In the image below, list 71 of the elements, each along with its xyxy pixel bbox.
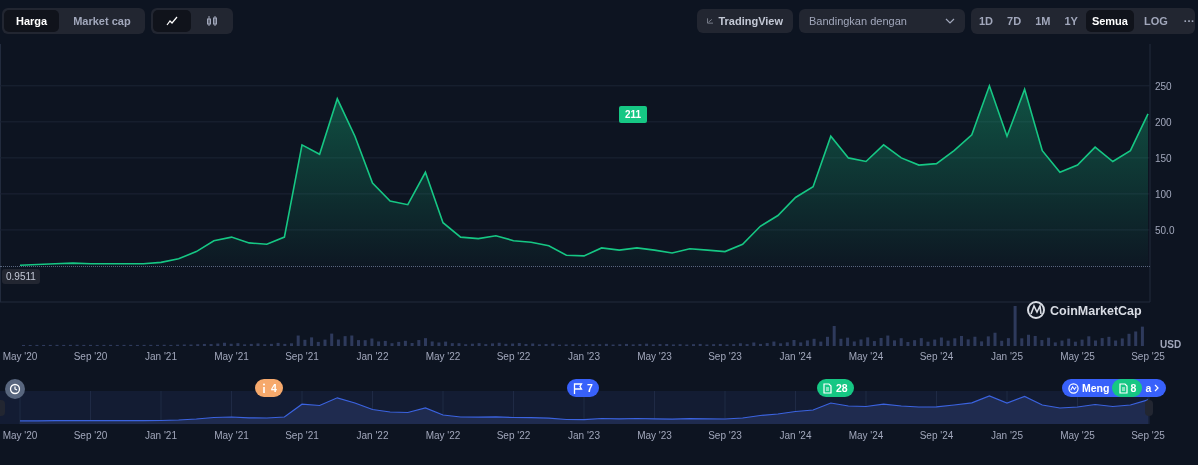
coinmarketcap-logo-icon xyxy=(1027,301,1045,319)
navigator-axis-label: Jan '22 xyxy=(356,430,389,441)
navigator-axis-label: Sep '24 xyxy=(919,430,954,441)
x-axis-label: May '24 xyxy=(848,351,884,362)
info-icon xyxy=(261,383,267,393)
candlestick-icon xyxy=(205,15,218,27)
x-axis-label: Sep '23 xyxy=(708,351,742,362)
log-button[interactable]: LOG xyxy=(1137,10,1174,32)
watermark-text: CoinMarketCap xyxy=(1050,303,1142,318)
navigator-axis-label: May '22 xyxy=(425,430,461,441)
x-axis-label: Sep '20 xyxy=(73,351,108,362)
x-axis-label: May '21 xyxy=(214,351,249,362)
navigator-axis-label: Jan '25 xyxy=(991,430,1023,441)
line-chart-tab[interactable] xyxy=(152,10,191,32)
currency-label: USD xyxy=(1160,339,1182,350)
navigator-axis-label: May '21 xyxy=(214,430,249,441)
document-icon xyxy=(1118,382,1128,394)
navigator-axis-label: May '24 xyxy=(848,430,884,441)
metric-tab[interactable]: Harga xyxy=(4,10,60,32)
y-axis-label: 100 xyxy=(1155,188,1172,200)
range-tab[interactable]: 7D xyxy=(1001,10,1028,32)
learn-icon xyxy=(1068,382,1079,394)
chevron-down-icon xyxy=(945,18,955,24)
start-price-label: 0.9511 xyxy=(2,268,40,284)
x-axis-label: Sep '21 xyxy=(285,351,319,362)
navigator-axis-label: May '25 xyxy=(1060,430,1095,441)
y-axis-label: 250 xyxy=(1155,80,1172,92)
chevron-right-icon xyxy=(1154,384,1161,392)
document-icon xyxy=(823,382,832,394)
range-handle[interactable] xyxy=(1145,400,1153,416)
y-axis-label: 50.0 xyxy=(1155,224,1175,236)
more-button[interactable]: ··· xyxy=(1177,10,1198,32)
flag-event-badge[interactable]: 7 xyxy=(567,379,599,397)
x-axis-label: Jan '23 xyxy=(568,351,600,362)
navigator-axis-label: Sep '25 xyxy=(1131,430,1165,441)
chart-icon xyxy=(707,16,714,26)
line-chart-icon xyxy=(165,16,178,26)
x-axis-label: Sep '22 xyxy=(496,351,531,362)
learn-event-badge[interactable]: Meng 8 a xyxy=(1062,379,1167,397)
y-axis-label: 150 xyxy=(1155,152,1172,164)
x-axis-label: May '20 xyxy=(2,351,38,362)
navigator-axis-label: Sep '20 xyxy=(73,430,108,441)
navigator-axis-label: May '23 xyxy=(637,430,672,441)
navigator-axis-label: Sep '23 xyxy=(708,430,742,441)
x-axis-label: Sep '24 xyxy=(919,351,954,362)
range-tab[interactable]: Semua xyxy=(1085,10,1134,32)
x-axis-label: Jan '24 xyxy=(779,351,812,362)
x-axis-label: May '22 xyxy=(425,351,461,362)
x-axis-label: Jan '22 xyxy=(356,351,389,362)
flag-icon xyxy=(573,382,583,394)
y-axis-label: 200 xyxy=(1155,116,1172,128)
compare-dropdown[interactable]: Bandingkan dengan xyxy=(799,9,965,33)
navigator-axis-label: May '20 xyxy=(2,430,38,441)
navigator-axis-label: Sep '22 xyxy=(496,430,531,441)
metric-tab[interactable]: Market cap xyxy=(61,10,143,32)
range-tab[interactable]: 1Y xyxy=(1058,10,1084,32)
navigator-axis-label: Jan '21 xyxy=(145,430,177,441)
x-axis-label: May '25 xyxy=(1060,351,1095,362)
x-axis-label: Jan '21 xyxy=(145,351,177,362)
navigator-axis-label: Jan '24 xyxy=(779,430,812,441)
navigator-axis-label: Sep '21 xyxy=(285,430,319,441)
x-axis-label: May '23 xyxy=(637,351,672,362)
history-icon xyxy=(9,383,21,395)
x-axis-label: Sep '25 xyxy=(1131,351,1165,362)
range-tab[interactable]: 1D xyxy=(973,10,1000,32)
tradingview-button[interactable]: TradingView xyxy=(697,9,793,33)
history-button[interactable] xyxy=(5,379,25,399)
navigator-axis-label: Jan '23 xyxy=(568,430,600,441)
range-tab[interactable]: 1M xyxy=(1029,10,1057,32)
current-price-tag: 211 xyxy=(619,106,648,123)
x-axis-label: Jan '25 xyxy=(991,351,1023,362)
